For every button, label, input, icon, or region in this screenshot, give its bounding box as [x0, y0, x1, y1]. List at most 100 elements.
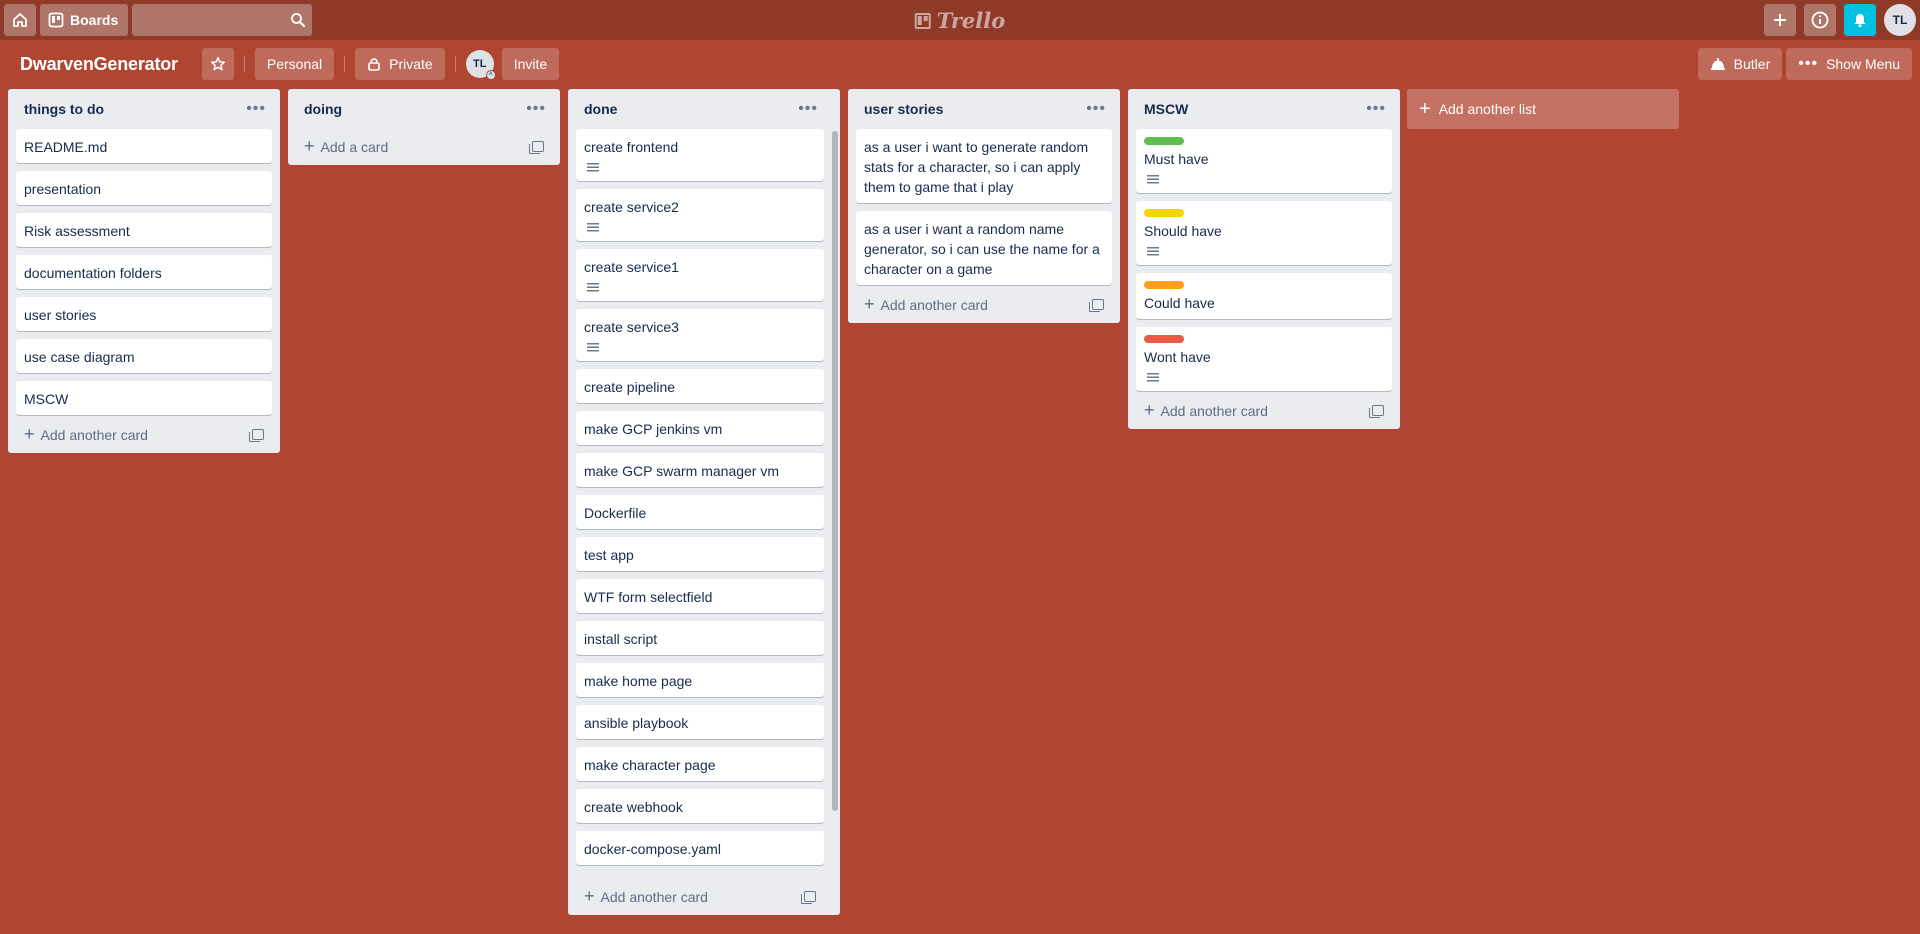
list-done: done ••• create frontend create service2…	[568, 89, 840, 915]
card-title: ansible playbook	[584, 715, 689, 731]
card-title: create webhook	[584, 799, 683, 815]
card-title: Wont have	[1144, 349, 1211, 365]
add-card-button[interactable]: + Add another card	[16, 415, 272, 453]
card[interactable]: Dockerfile	[576, 495, 824, 529]
card[interactable]: Wont have	[1136, 327, 1392, 391]
card-title: documentation folders	[24, 265, 162, 281]
bell-icon	[1852, 12, 1868, 28]
card[interactable]: user stories	[16, 297, 272, 331]
divider	[454, 56, 456, 72]
list-scrollbar[interactable]	[832, 131, 838, 811]
card[interactable]: make home page	[576, 663, 824, 697]
star-board-button[interactable]	[201, 48, 234, 80]
member-avatar[interactable]: TL ^	[465, 50, 496, 80]
card[interactable]: make GCP swarm manager vm	[576, 453, 824, 487]
butler-icon	[1710, 57, 1726, 71]
card[interactable]: Could have	[1136, 273, 1392, 319]
list-menu-icon[interactable]: •••	[246, 101, 266, 117]
card[interactable]: presentation	[16, 171, 272, 205]
card[interactable]: Risk assessment	[16, 213, 272, 247]
list-title[interactable]: user stories	[864, 101, 943, 117]
orange-label[interactable]	[1144, 281, 1184, 289]
add-card-button[interactable]: + Add a card	[296, 127, 552, 165]
create-button[interactable]	[1764, 4, 1796, 36]
add-card-label: Add another card	[40, 426, 148, 443]
card-title: Must have	[1144, 151, 1209, 167]
card-title: install script	[584, 631, 658, 647]
divider	[344, 56, 346, 72]
info-button[interactable]	[1804, 4, 1836, 36]
yellow-label[interactable]	[1144, 209, 1184, 217]
search-icon[interactable]	[290, 12, 306, 28]
card[interactable]: Must have	[1136, 129, 1392, 193]
search-input[interactable]	[101, 5, 291, 35]
show-menu-button[interactable]: ••• Show Menu	[1786, 48, 1912, 80]
card-title: as a user i want to generate random stat…	[864, 139, 1089, 195]
header-tools: TL	[1764, 4, 1916, 36]
list-menu-icon[interactable]: •••	[526, 101, 546, 117]
butler-label: Butler	[1733, 56, 1771, 72]
member-initials: TL	[472, 58, 487, 70]
list-title[interactable]: doing	[304, 101, 342, 117]
card[interactable]: README.md	[16, 129, 272, 163]
card[interactable]: create webhook	[576, 789, 824, 823]
card[interactable]: docker-compose.yaml	[576, 831, 824, 865]
card-title: README.md	[24, 139, 108, 155]
card[interactable]: Should have	[1136, 201, 1392, 265]
card[interactable]: make GCP jenkins vm	[576, 411, 824, 445]
green-label[interactable]	[1144, 137, 1184, 145]
card[interactable]: documentation folders	[16, 255, 272, 289]
card-template-icon[interactable]	[1369, 404, 1384, 418]
trello-logo[interactable]: Trello	[914, 8, 1005, 33]
card-template-icon[interactable]	[801, 890, 816, 904]
home-button[interactable]	[4, 4, 36, 36]
user-avatar[interactable]: TL	[1884, 4, 1916, 36]
add-card-button[interactable]: + Add another card	[576, 877, 824, 915]
card-template-icon[interactable]	[1089, 298, 1104, 312]
notifications-button[interactable]	[1844, 4, 1876, 36]
list-menu-icon[interactable]: •••	[798, 101, 818, 117]
list-title[interactable]: things to do	[24, 101, 104, 117]
card[interactable]: create service3	[576, 309, 824, 361]
list-menu-icon[interactable]: •••	[1366, 101, 1386, 117]
list-mscw: MSCW ••• Must have Should have Could hav…	[1128, 89, 1400, 429]
card-title: create pipeline	[584, 379, 676, 395]
add-card-button[interactable]: + Add another card	[856, 285, 1112, 323]
card-template-icon[interactable]	[249, 428, 264, 442]
invite-button[interactable]: Invite	[501, 48, 560, 80]
visibility-label: Private	[389, 56, 433, 72]
card[interactable]: create service2	[576, 189, 824, 241]
card-template-icon[interactable]	[529, 140, 544, 154]
card[interactable]: test app	[576, 537, 824, 571]
card-title: create service3	[584, 319, 679, 335]
card-title: Risk assessment	[24, 223, 130, 239]
card[interactable]: use case diagram	[16, 339, 272, 373]
visibility-button[interactable]: Private	[355, 48, 445, 80]
butler-button[interactable]: Butler	[1697, 48, 1783, 80]
search-box[interactable]	[101, 4, 313, 36]
red-label[interactable]	[1144, 335, 1184, 343]
card[interactable]: create frontend	[576, 129, 824, 181]
card[interactable]: as a user i want a random name generator…	[856, 211, 1112, 285]
list-menu-icon[interactable]: •••	[1086, 101, 1106, 117]
description-icon	[587, 343, 599, 353]
card[interactable]: create service1	[576, 249, 824, 301]
board-title[interactable]: DwarvenGenerator	[20, 54, 178, 75]
description-icon	[1147, 373, 1159, 383]
card-title: Dockerfile	[584, 505, 647, 521]
card[interactable]: create pipeline	[576, 369, 824, 403]
card[interactable]: ansible playbook	[576, 705, 824, 739]
card[interactable]: make character page	[576, 747, 824, 781]
card[interactable]: as a user i want to generate random stat…	[856, 129, 1112, 203]
list-title[interactable]: done	[584, 101, 617, 117]
card-title: presentation	[24, 181, 102, 197]
card[interactable]: MSCW	[16, 381, 272, 415]
card[interactable]: WTF form selectfield	[576, 579, 824, 613]
add-list-button[interactable]: + Add another list	[1407, 89, 1679, 129]
add-card-button[interactable]: + Add another card	[1136, 391, 1392, 429]
scrollbar-thumb[interactable]	[832, 131, 838, 811]
team-button[interactable]: Personal	[254, 48, 335, 80]
card-title: Could have	[1144, 295, 1215, 311]
list-title[interactable]: MSCW	[1144, 101, 1188, 117]
card[interactable]: install script	[576, 621, 824, 655]
